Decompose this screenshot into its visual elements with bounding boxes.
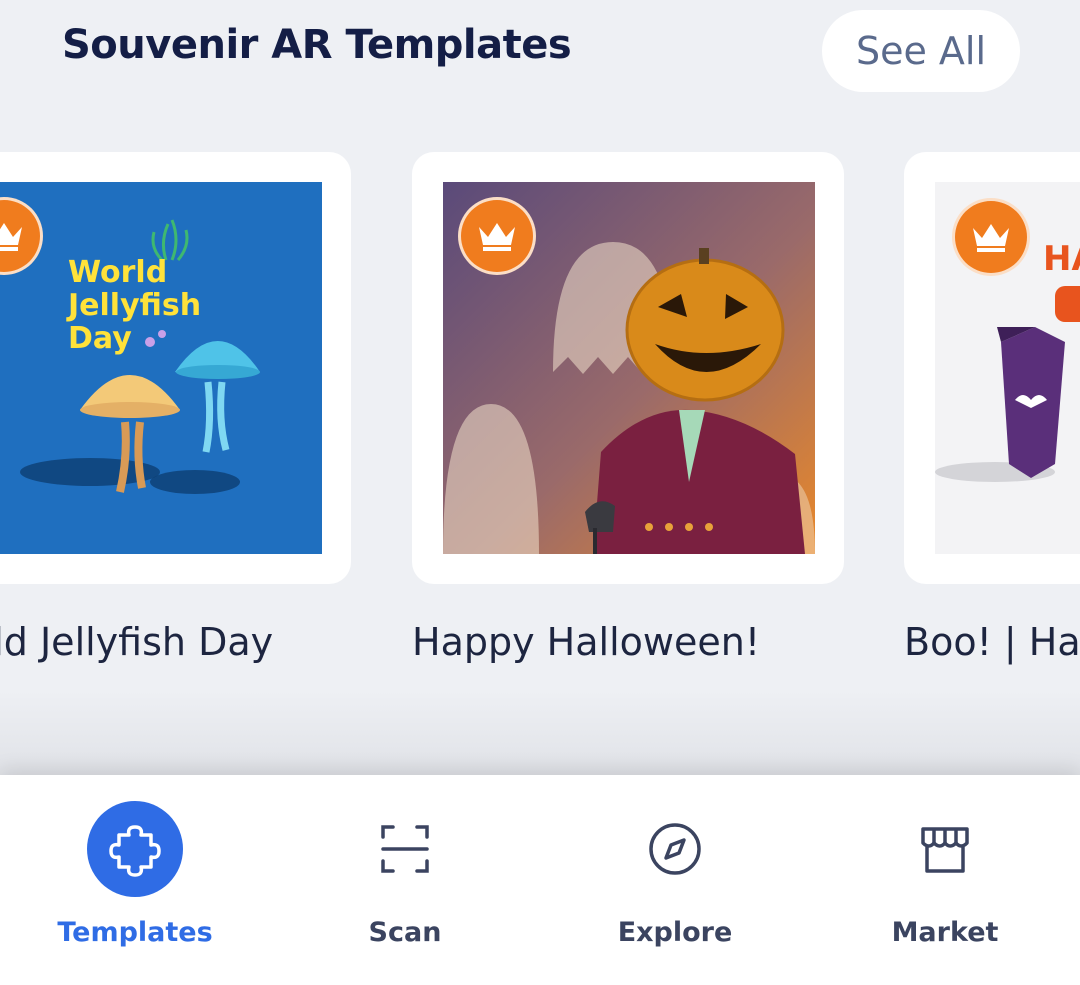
- template-card-label: Happy Halloween!: [412, 620, 761, 664]
- nav-label: Scan: [368, 917, 442, 948]
- scan-icon: [357, 801, 453, 897]
- content-fade: [0, 690, 1080, 776]
- nav-label: Templates: [57, 917, 213, 948]
- nav-item-scan[interactable]: Scan: [270, 775, 540, 985]
- template-thumbnail-frame: World Jellyfish Day: [0, 152, 351, 584]
- art-text: HA: [1043, 239, 1080, 279]
- nav-label: Explore: [617, 917, 733, 948]
- nav-item-market[interactable]: Market: [810, 775, 1080, 985]
- templates-carousel[interactable]: World Jellyfish Day World Jellyfish Day: [0, 150, 1080, 710]
- art-text-line-1: World: [68, 255, 167, 290]
- crown-icon: [952, 198, 1030, 276]
- compass-icon: [627, 801, 723, 897]
- nav-item-explore[interactable]: Explore: [540, 775, 810, 985]
- nav-item-templates[interactable]: Templates: [0, 775, 270, 985]
- art-text-line-2: Jellyfish: [66, 288, 201, 323]
- template-thumbnail-image: World Jellyfish Day: [0, 182, 322, 554]
- section-title: Souvenir AR Templates: [62, 22, 572, 68]
- template-card-label: Boo! | Halloween: [904, 620, 1080, 664]
- bottom-navigation: Templates Scan Explore Market: [0, 775, 1080, 985]
- art-text-line-3: Day: [68, 321, 132, 356]
- template-thumbnail-frame: [412, 152, 844, 584]
- see-all-button[interactable]: See All: [822, 10, 1020, 92]
- template-thumbnail-frame: HA: [904, 152, 1080, 584]
- storefront-icon: [897, 801, 993, 897]
- jellyfish-illustration: World Jellyfish Day: [0, 182, 322, 554]
- puzzle-icon: [87, 801, 183, 897]
- section-header: Souvenir AR Templates See All: [0, 0, 1080, 110]
- template-card-label: World Jellyfish Day: [0, 620, 274, 664]
- crown-icon: [458, 197, 536, 275]
- nav-label: Market: [891, 917, 999, 948]
